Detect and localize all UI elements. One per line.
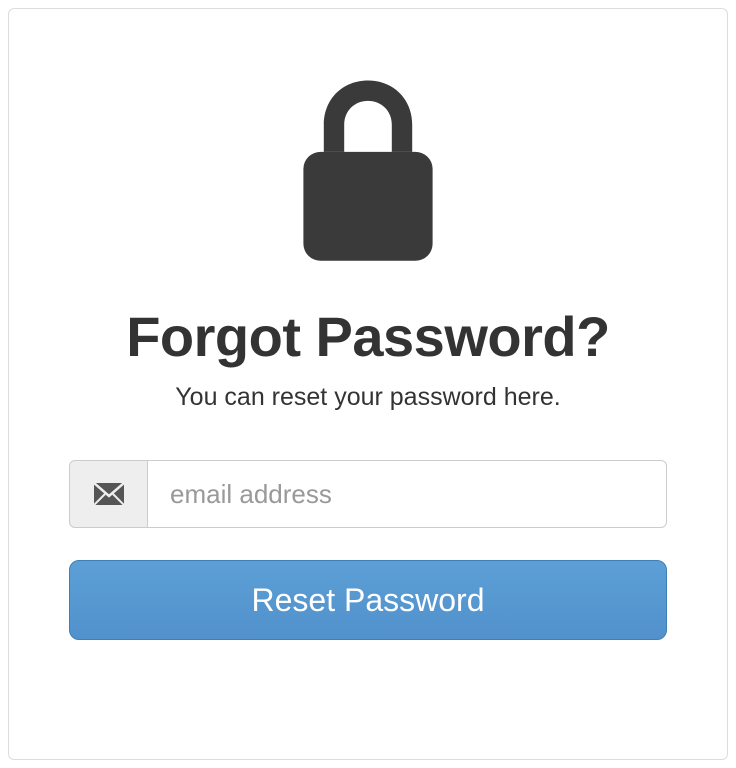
forgot-password-panel: Forgot Password? You can reset your pass… xyxy=(8,8,728,760)
page-title: Forgot Password? xyxy=(69,304,667,369)
page-subtitle: You can reset your password here. xyxy=(69,383,667,412)
email-input-group xyxy=(69,460,667,528)
email-field[interactable] xyxy=(147,460,667,528)
envelope-icon xyxy=(69,460,147,528)
lock-icon xyxy=(69,79,667,269)
reset-password-button[interactable]: Reset Password xyxy=(69,560,667,640)
